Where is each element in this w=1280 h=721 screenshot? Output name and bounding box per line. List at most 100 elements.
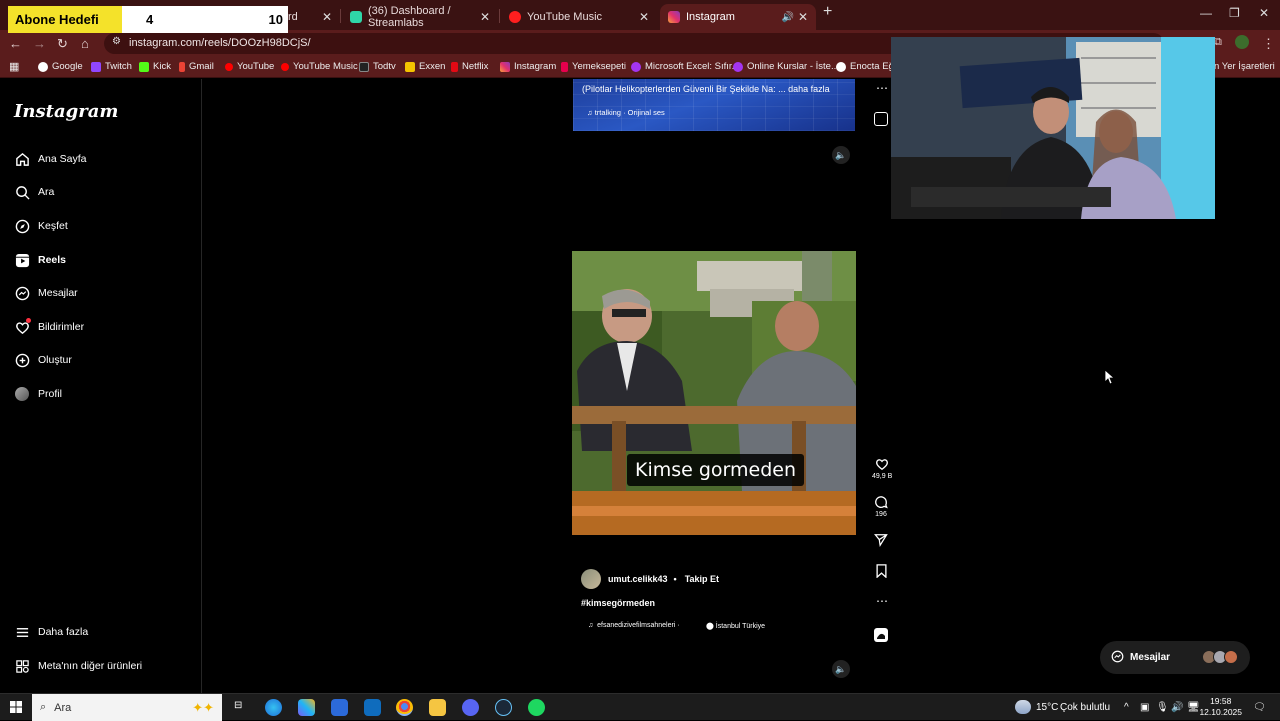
sidebar-meta-products[interactable]: Meta'nın diğer ürünleri: [14, 658, 142, 674]
speaker-icon[interactable]: 🔊: [782, 12, 794, 23]
kick-icon: [139, 61, 149, 72]
mute-button[interactable]: 🔈: [832, 146, 850, 164]
sidebar-item-profile[interactable]: Profil: [14, 386, 62, 402]
instagram-logo[interactable]: Instagram: [14, 101, 118, 122]
system-clock[interactable]: 19:58 12.10.2025: [1199, 696, 1242, 718]
tab-youtube-music[interactable]: YouTube Music ✕: [501, 4, 657, 30]
profile-avatar[interactable]: [1235, 35, 1249, 49]
store-icon[interactable]: [331, 699, 348, 716]
tab-streamlabs[interactable]: (36) Dashboard / Streamlabs ✕: [342, 4, 498, 30]
author-avatar[interactable]: [581, 569, 601, 589]
sidebar-item-search[interactable]: Ara: [14, 184, 54, 200]
minimize-button[interactable]: —: [1200, 6, 1212, 20]
sidebar-item-label: Meta'nın diğer ürünleri: [38, 660, 143, 672]
previous-audio-thumbnail[interactable]: [874, 112, 888, 126]
sidebar-item-explore[interactable]: Keşfet: [14, 218, 68, 234]
bookmark-exxen[interactable]: Exxen: [405, 61, 445, 72]
weather-temp[interactable]: 15°C: [1036, 702, 1058, 713]
gmail-icon: [179, 61, 185, 72]
chrome-icon[interactable]: [396, 699, 413, 716]
discord-icon[interactable]: [462, 699, 479, 716]
task-view-icon[interactable]: ⊟: [234, 700, 242, 711]
bookmark-todtv[interactable]: Todtv: [359, 61, 396, 72]
bookmark-instagram[interactable]: Instagram: [500, 61, 556, 72]
bookmark-yemeksepeti[interactable]: Yemeksepeti: [561, 61, 626, 72]
site-info-icon[interactable]: ⚙: [112, 36, 121, 47]
home-button[interactable]: ⌂: [81, 36, 89, 51]
bookmark-kick[interactable]: Kick: [139, 61, 171, 72]
youtube-music-icon: [509, 11, 521, 23]
like-button[interactable]: 49,9 B: [872, 457, 892, 480]
audio-thumbnail[interactable]: [874, 628, 888, 642]
close-icon[interactable]: ✕: [322, 10, 332, 24]
bookmark-google[interactable]: Google: [38, 61, 83, 72]
bookmark-excel-course[interactable]: Microsoft Excel: Sıfır...: [631, 61, 740, 72]
webcam-feed-image: [891, 37, 1215, 219]
sidebar-item-home[interactable]: Ana Sayfa: [14, 151, 86, 167]
extensions-icon[interactable]: ⧉: [1214, 36, 1222, 49]
bookmark-gmail[interactable]: Gmail: [179, 61, 214, 72]
save-button[interactable]: [875, 564, 888, 580]
taskbar-search[interactable]: ⌕ Ara ✦✦: [32, 694, 222, 721]
windows-start-icon[interactable]: [10, 701, 22, 713]
menu-icon[interactable]: ⋮: [1262, 36, 1275, 52]
weather-text[interactable]: Çok bulutlu: [1060, 702, 1110, 713]
sidebar-more[interactable]: Daha fazla: [14, 624, 88, 640]
sidebar-item-reels[interactable]: Reels: [14, 252, 66, 268]
sidebar-item-create[interactable]: Oluştur: [14, 352, 72, 368]
edge-icon[interactable]: [265, 699, 282, 716]
bookmark-online-kurslar[interactable]: Online Kurslar - İste...: [733, 61, 839, 72]
forward-button[interactable]: →: [33, 36, 46, 51]
more-options-icon[interactable]: ⋯: [876, 81, 888, 95]
meet-now-icon[interactable]: ▣: [1140, 702, 1149, 713]
close-icon[interactable]: ✕: [798, 10, 808, 24]
author-username[interactable]: umut.celikk43: [608, 574, 668, 584]
restore-button[interactable]: ❐: [1229, 6, 1240, 20]
weather-cloud-icon[interactable]: [1015, 700, 1031, 714]
reel-hashtag[interactable]: #kimsegörmeden: [581, 598, 655, 608]
messages-pill[interactable]: Mesajlar: [1100, 641, 1250, 674]
bookmark-netflix[interactable]: Netflix: [451, 61, 488, 72]
sidebar-item-messages[interactable]: Mesajlar: [14, 285, 78, 301]
bookmark-other-bookmarks[interactable]: n Yer İşaretleri: [1214, 61, 1275, 72]
comment-button[interactable]: 196: [874, 495, 888, 518]
copilot-icon[interactable]: [298, 699, 315, 716]
mute-button[interactable]: 🔈: [832, 660, 850, 678]
network-icon[interactable]: 🖥: [1187, 702, 1200, 713]
spotify-icon[interactable]: [528, 699, 545, 716]
heart-icon: [876, 459, 889, 471]
share-button[interactable]: [874, 533, 888, 549]
messages-pill-label: Mesajlar: [1130, 652, 1171, 663]
tab-instagram[interactable]: Instagram 🔊 ✕: [660, 4, 816, 30]
previous-reel-caption[interactable]: (Pilotlar Helikopterlerden Güvenli Bir Ş…: [582, 84, 830, 94]
search-icon: ⌕: [40, 701, 47, 713]
back-button[interactable]: ←: [9, 36, 22, 51]
send-icon: [874, 534, 888, 547]
window-close-button[interactable]: ✕: [1259, 6, 1269, 20]
notification-center-icon[interactable]: 🗨: [1253, 702, 1266, 713]
music-note-icon: ♫: [588, 622, 598, 629]
chevron-up-icon[interactable]: ^: [1124, 702, 1129, 713]
reel-location[interactable]: ⬤ İstanbul Türkiye: [706, 622, 765, 630]
bookmark-youtube-music[interactable]: YouTube Music: [281, 61, 358, 72]
bookmark-youtube[interactable]: YouTube: [225, 61, 274, 72]
reload-button[interactable]: ↻: [57, 36, 68, 52]
reel-audio-link[interactable]: ♫ efsanedizivefilmsahneleri ·: [588, 622, 680, 629]
udemy-icon: [733, 61, 743, 72]
volume-icon[interactable]: 🔊: [1171, 702, 1183, 713]
apps-grid-icon[interactable]: ▦: [9, 60, 19, 73]
close-icon[interactable]: ✕: [639, 10, 649, 24]
sidebar-item-notifications[interactable]: Bildirimler: [14, 318, 84, 335]
previous-reel-audio[interactable]: ♫ trtalking · Orijinal ses: [587, 108, 665, 117]
steam-icon[interactable]: [495, 699, 512, 716]
previous-reel-video[interactable]: (Pilotlar Helikopterlerden Güvenli Bir Ş…: [573, 79, 855, 131]
microphone-icon[interactable]: 🎙: [1156, 702, 1169, 713]
outlook-icon[interactable]: [364, 699, 381, 716]
bookmark-twitch[interactable]: Twitch: [91, 61, 132, 72]
new-tab-button[interactable]: +: [823, 3, 832, 21]
reel-video[interactable]: Kimse gormeden: [572, 251, 856, 535]
more-options-icon[interactable]: ⋯: [876, 594, 888, 608]
close-icon[interactable]: ✕: [480, 10, 490, 24]
file-explorer-icon[interactable]: [429, 699, 446, 716]
follow-button[interactable]: Takip Et: [685, 574, 719, 584]
